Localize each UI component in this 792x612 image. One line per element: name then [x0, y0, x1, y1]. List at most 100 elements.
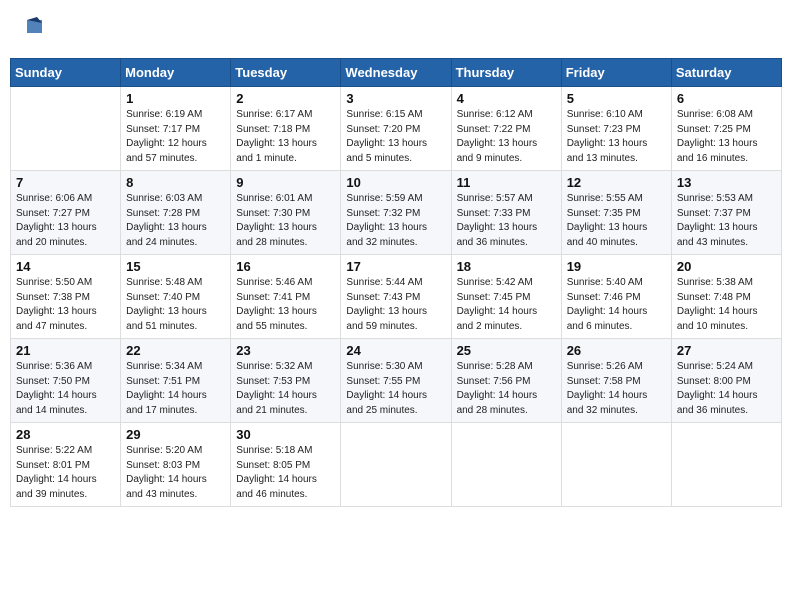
day-info: Sunrise: 5:59 AMSunset: 7:32 PMDaylight:… — [346, 192, 445, 250]
day-info: Sunrise: 5:24 AMSunset: 8:00 PMDaylight:… — [677, 360, 776, 418]
day-number: 15 — [126, 259, 225, 274]
day-info: Sunrise: 5:32 AMSunset: 7:53 PMDaylight:… — [236, 360, 335, 418]
day-info: Sunrise: 5:26 AMSunset: 7:58 PMDaylight:… — [567, 360, 666, 418]
day-number: 2 — [236, 91, 335, 106]
calendar-cell — [11, 87, 121, 171]
day-info: Sunrise: 6:17 AMSunset: 7:18 PMDaylight:… — [236, 108, 335, 166]
calendar-cell: 4 Sunrise: 6:12 AMSunset: 7:22 PMDaylight… — [451, 87, 561, 171]
day-number: 23 — [236, 343, 335, 358]
day-number: 27 — [677, 343, 776, 358]
day-info: Sunrise: 5:28 AMSunset: 7:56 PMDaylight:… — [457, 360, 556, 418]
day-info: Sunrise: 5:20 AMSunset: 8:03 PMDaylight:… — [126, 444, 225, 502]
calendar-cell: 5 Sunrise: 6:10 AMSunset: 7:23 PMDaylight… — [561, 87, 671, 171]
day-info: Sunrise: 5:53 AMSunset: 7:37 PMDaylight:… — [677, 192, 776, 250]
calendar-cell — [671, 423, 781, 507]
calendar-cell: 26 Sunrise: 5:26 AMSunset: 7:58 PMDayligh… — [561, 339, 671, 423]
day-number: 5 — [567, 91, 666, 106]
logo-text — [15, 15, 47, 50]
calendar-cell: 28 Sunrise: 5:22 AMSunset: 8:01 PMDayligh… — [11, 423, 121, 507]
day-info: Sunrise: 6:03 AMSunset: 7:28 PMDaylight:… — [126, 192, 225, 250]
day-info: Sunrise: 5:46 AMSunset: 7:41 PMDaylight:… — [236, 276, 335, 334]
day-number: 12 — [567, 175, 666, 190]
day-number: 25 — [457, 343, 556, 358]
day-number: 26 — [567, 343, 666, 358]
day-info: Sunrise: 5:38 AMSunset: 7:48 PMDaylight:… — [677, 276, 776, 334]
day-number: 21 — [16, 343, 115, 358]
calendar-cell — [561, 423, 671, 507]
calendar-cell: 11 Sunrise: 5:57 AMSunset: 7:33 PMDayligh… — [451, 171, 561, 255]
day-info: Sunrise: 6:19 AMSunset: 7:17 PMDaylight:… — [126, 108, 225, 166]
day-info: Sunrise: 5:18 AMSunset: 8:05 PMDaylight:… — [236, 444, 335, 502]
day-info: Sunrise: 5:22 AMSunset: 8:01 PMDaylight:… — [16, 444, 115, 502]
day-info: Sunrise: 6:12 AMSunset: 7:22 PMDaylight:… — [457, 108, 556, 166]
day-number: 1 — [126, 91, 225, 106]
day-number: 28 — [16, 427, 115, 442]
day-number: 8 — [126, 175, 225, 190]
calendar-cell: 24 Sunrise: 5:30 AMSunset: 7:55 PMDayligh… — [341, 339, 451, 423]
calendar-cell: 27 Sunrise: 5:24 AMSunset: 8:00 PMDayligh… — [671, 339, 781, 423]
day-info: Sunrise: 6:15 AMSunset: 7:20 PMDaylight:… — [346, 108, 445, 166]
day-info: Sunrise: 6:08 AMSunset: 7:25 PMDaylight:… — [677, 108, 776, 166]
calendar-cell: 19Sunrise: 5:40 AMSunset: 7:46 PMDayligh… — [561, 255, 671, 339]
day-info: Sunrise: 5:50 AMSunset: 7:38 PMDaylight:… — [16, 276, 115, 334]
day-number: 4 — [457, 91, 556, 106]
day-info: Sunrise: 5:36 AMSunset: 7:50 PMDaylight:… — [16, 360, 115, 418]
calendar-cell: 6 Sunrise: 6:08 AMSunset: 7:25 PMDaylight… — [671, 87, 781, 171]
calendar-cell: 25 Sunrise: 5:28 AMSunset: 7:56 PMDayligh… — [451, 339, 561, 423]
calendar-cell: 3 Sunrise: 6:15 AMSunset: 7:20 PMDaylight… — [341, 87, 451, 171]
day-of-week-header: Saturday — [671, 59, 781, 87]
day-of-week-header: Tuesday — [231, 59, 341, 87]
day-info: Sunrise: 6:10 AMSunset: 7:23 PMDaylight:… — [567, 108, 666, 166]
calendar-cell: 12 Sunrise: 5:55 AMSunset: 7:35 PMDayligh… — [561, 171, 671, 255]
day-number: 24 — [346, 343, 445, 358]
day-info: Sunrise: 5:30 AMSunset: 7:55 PMDaylight:… — [346, 360, 445, 418]
day-info: Sunrise: 5:40 AMSunset: 7:46 PMDaylight:… — [567, 276, 666, 334]
day-number: 11 — [457, 175, 556, 190]
calendar-cell: 20 Sunrise: 5:38 AMSunset: 7:48 PMDayligh… — [671, 255, 781, 339]
calendar-cell: 21 Sunrise: 5:36 AMSunset: 7:50 PMDayligh… — [11, 339, 121, 423]
day-info: Sunrise: 6:06 AMSunset: 7:27 PMDaylight:… — [16, 192, 115, 250]
calendar-cell: 10Sunrise: 5:59 AMSunset: 7:32 PMDayligh… — [341, 171, 451, 255]
day-number: 14 — [16, 259, 115, 274]
calendar-cell: 9 Sunrise: 6:01 AMSunset: 7:30 PMDaylight… — [231, 171, 341, 255]
calendar-cell: 23 Sunrise: 5:32 AMSunset: 7:53 PMDayligh… — [231, 339, 341, 423]
calendar-cell: 16 Sunrise: 5:46 AMSunset: 7:41 PMDayligh… — [231, 255, 341, 339]
day-of-week-header: Thursday — [451, 59, 561, 87]
day-info: Sunrise: 5:48 AMSunset: 7:40 PMDaylight:… — [126, 276, 225, 334]
day-number: 13 — [677, 175, 776, 190]
day-of-week-header: Sunday — [11, 59, 121, 87]
day-of-week-header: Monday — [121, 59, 231, 87]
calendar-cell: 13 Sunrise: 5:53 AMSunset: 7:37 PMDayligh… — [671, 171, 781, 255]
calendar-cell: 29 Sunrise: 5:20 AMSunset: 8:03 PMDayligh… — [121, 423, 231, 507]
day-number: 6 — [677, 91, 776, 106]
calendar-cell — [341, 423, 451, 507]
day-info: Sunrise: 5:44 AMSunset: 7:43 PMDaylight:… — [346, 276, 445, 334]
day-number: 3 — [346, 91, 445, 106]
day-number: 18 — [457, 259, 556, 274]
calendar-cell: 14 Sunrise: 5:50 AMSunset: 7:38 PMDayligh… — [11, 255, 121, 339]
day-number: 20 — [677, 259, 776, 274]
logo — [15, 15, 47, 50]
page-header — [10, 10, 782, 50]
day-info: Sunrise: 5:57 AMSunset: 7:33 PMDaylight:… — [457, 192, 556, 250]
day-number: 16 — [236, 259, 335, 274]
calendar-cell: 1 Sunrise: 6:19 AMSunset: 7:17 PMDaylight… — [121, 87, 231, 171]
calendar-cell — [451, 423, 561, 507]
day-number: 17 — [346, 259, 445, 274]
day-number: 29 — [126, 427, 225, 442]
day-of-week-header: Friday — [561, 59, 671, 87]
day-number: 9 — [236, 175, 335, 190]
calendar-cell: 18Sunrise: 5:42 AMSunset: 7:45 PMDayligh… — [451, 255, 561, 339]
day-number: 30 — [236, 427, 335, 442]
day-info: Sunrise: 5:55 AMSunset: 7:35 PMDaylight:… — [567, 192, 666, 250]
calendar-cell: 2 Sunrise: 6:17 AMSunset: 7:18 PMDaylight… — [231, 87, 341, 171]
calendar-cell: 30 Sunrise: 5:18 AMSunset: 8:05 PMDayligh… — [231, 423, 341, 507]
logo-icon — [17, 15, 47, 45]
day-info: Sunrise: 5:34 AMSunset: 7:51 PMDaylight:… — [126, 360, 225, 418]
calendar-cell: 17 Sunrise: 5:44 AMSunset: 7:43 PMDayligh… — [341, 255, 451, 339]
day-info: Sunrise: 6:01 AMSunset: 7:30 PMDaylight:… — [236, 192, 335, 250]
calendar-cell: 22Sunrise: 5:34 AMSunset: 7:51 PMDayligh… — [121, 339, 231, 423]
day-of-week-header: Wednesday — [341, 59, 451, 87]
calendar-cell: 7Sunrise: 6:06 AMSunset: 7:27 PMDaylight… — [11, 171, 121, 255]
calendar-table: SundayMondayTuesdayWednesdayThursdayFrid… — [10, 58, 782, 507]
